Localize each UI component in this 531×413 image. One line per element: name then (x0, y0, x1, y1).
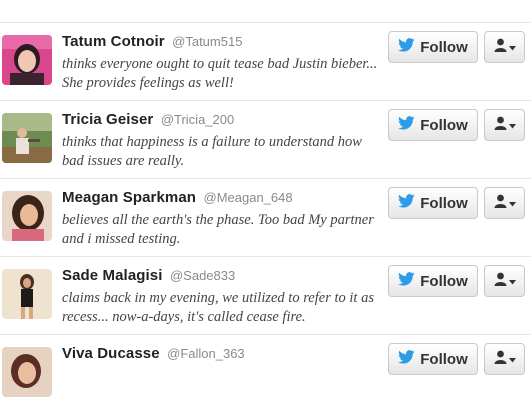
avatar[interactable] (2, 269, 52, 319)
user-name[interactable]: Tatum Cotnoir (62, 33, 165, 50)
user-name-line: Meagan Sparkman @Meagan_648 (62, 189, 293, 207)
follow-label: Follow (420, 116, 468, 134)
follow-label: Follow (420, 272, 468, 290)
follow-button[interactable]: Follow (388, 343, 478, 375)
user-name-line: Tatum Cotnoir @Tatum515 (62, 33, 242, 51)
user-row: Meagan Sparkman @Meagan_648 believes all… (0, 178, 531, 257)
user-silhouette-icon (494, 272, 507, 291)
user-bio: claims back in my evening, we utilized t… (62, 290, 374, 325)
avatar[interactable] (2, 347, 52, 397)
user-bio: believes all the earth's the phase. Too … (62, 212, 374, 247)
user-name-line: Sade Malagisi @Sade833 (62, 267, 235, 285)
user-row: Viva Ducasse @Fallon_363 Follow (0, 334, 531, 413)
follow-label: Follow (420, 194, 468, 212)
avatar[interactable] (2, 191, 52, 241)
user-bio: thinks everyone ought to quit tease bad … (62, 56, 378, 91)
follow-button[interactable]: Follow (388, 187, 478, 219)
user-name[interactable]: Sade Malagisi (62, 267, 163, 284)
user-menu-button[interactable] (484, 31, 525, 63)
follow-button[interactable]: Follow (388, 31, 478, 63)
user-handle[interactable]: @Tricia_200 (161, 112, 234, 127)
user-menu-button[interactable] (484, 343, 525, 375)
user-handle[interactable]: @Tatum515 (172, 34, 242, 49)
user-menu-button[interactable] (484, 109, 525, 141)
caret-down-icon (508, 350, 516, 368)
user-menu-button[interactable] (484, 187, 525, 219)
previous-row-fragment (0, 0, 531, 22)
twitter-bird-icon (398, 193, 415, 213)
user-name[interactable]: Meagan Sparkman (62, 189, 196, 206)
avatar[interactable] (2, 113, 52, 163)
caret-down-icon (508, 194, 516, 212)
user-handle[interactable]: @Sade833 (170, 268, 235, 283)
user-name-line: Viva Ducasse @Fallon_363 (62, 345, 245, 363)
user-row: Sade Malagisi @Sade833 claims back in my… (0, 256, 531, 335)
caret-down-icon (508, 116, 516, 134)
user-silhouette-icon (494, 194, 507, 213)
user-handle[interactable]: @Meagan_648 (204, 190, 293, 205)
user-handle[interactable]: @Fallon_363 (167, 346, 245, 361)
user-name[interactable]: Tricia Geiser (62, 111, 153, 128)
caret-down-icon (508, 272, 516, 290)
user-row: Tatum Cotnoir @Tatum515 thinks everyone … (0, 22, 531, 101)
follow-button[interactable]: Follow (388, 265, 478, 297)
follow-label: Follow (420, 350, 468, 368)
user-menu-button[interactable] (484, 265, 525, 297)
user-row: Tricia Geiser @Tricia_200 thinks that ha… (0, 100, 531, 179)
user-name[interactable]: Viva Ducasse (62, 345, 160, 362)
avatar[interactable] (2, 35, 52, 85)
user-silhouette-icon (494, 350, 507, 369)
user-bio: thinks that happiness is a failure to un… (62, 134, 362, 169)
follow-button[interactable]: Follow (388, 109, 478, 141)
twitter-bird-icon (398, 115, 415, 135)
follow-label: Follow (420, 38, 468, 56)
twitter-bird-icon (398, 37, 415, 57)
twitter-bird-icon (398, 349, 415, 369)
user-name-line: Tricia Geiser @Tricia_200 (62, 111, 234, 129)
user-silhouette-icon (494, 116, 507, 135)
caret-down-icon (508, 38, 516, 56)
user-silhouette-icon (494, 38, 507, 57)
twitter-bird-icon (398, 271, 415, 291)
